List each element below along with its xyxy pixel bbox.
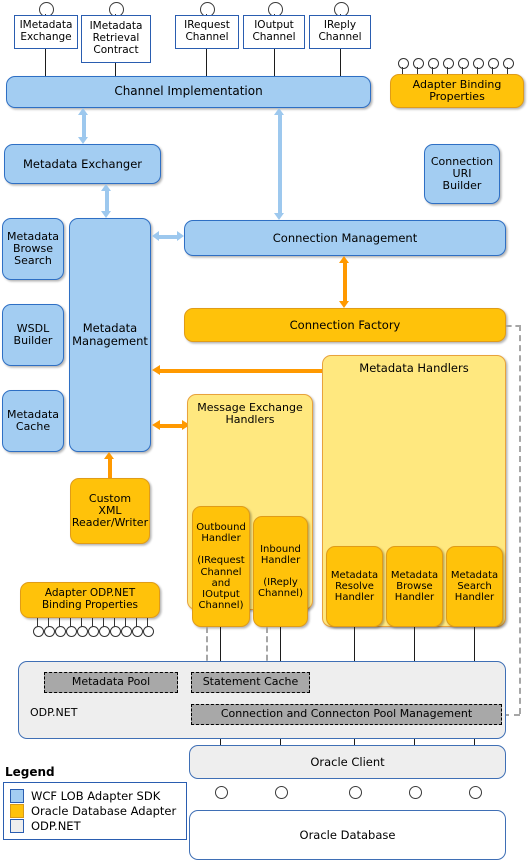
block-connection-management[interactable]: Connection Management	[184, 220, 506, 256]
block-metadata-resolve-handler[interactable]: Metadata Resolve Handler	[326, 546, 383, 627]
interface-ireply-channel[interactable]: IReply Channel	[309, 15, 371, 49]
arrow-channel-to-connection-management	[274, 108, 285, 220]
arrow-channel-to-metadata-exchanger	[78, 108, 89, 144]
interface-imetadata-exchange[interactable]: IMetadata Exchange	[14, 15, 78, 49]
interface-imetadata-retrieval-contract[interactable]: IMetadata Retrieval Contract	[81, 15, 151, 63]
block-adapter-odpnet-binding-properties[interactable]: Adapter ODP.NET Binding Properties	[20, 582, 160, 618]
block-metadata-browse-handler[interactable]: Metadata Browse Handler	[386, 546, 443, 627]
block-inbound-handler[interactable]: Inbound Handler (IReply Channel)	[253, 516, 308, 627]
pin-inbound-handler	[275, 786, 288, 799]
legend-swatch-icon	[10, 819, 24, 833]
pin-metadata-search-handler	[469, 786, 482, 799]
legend-item-odpnet: ODP.NET	[10, 819, 180, 833]
architecture-diagram: IMetadata Exchange IMetadata Retrieval C…	[0, 0, 529, 865]
legend: Legend WCF LOB Adapter SDK Oracle Databa…	[3, 765, 187, 840]
arrow-metadata-management-to-message-handlers	[152, 420, 190, 431]
legend-body: WCF LOB Adapter SDK Oracle Database Adap…	[3, 782, 187, 840]
legend-swatch-icon	[10, 804, 24, 818]
interface-ioutput-channel[interactable]: IOutput Channel	[243, 15, 305, 49]
block-adapter-binding-properties[interactable]: Adapter Binding Properties	[390, 74, 524, 108]
block-custom-xml-reader-writer[interactable]: Custom XML Reader/Writer	[70, 478, 150, 544]
block-connection-factory[interactable]: Connection Factory	[184, 308, 506, 342]
legend-item-label: ODP.NET	[31, 819, 81, 833]
legend-item-oracle-database-adapter: Oracle Database Adapter	[10, 804, 180, 818]
block-oracle-client[interactable]: Oracle Client	[189, 745, 506, 779]
adapter-odpnet-binding-properties-pins	[33, 618, 154, 637]
connector-ioutput-channel	[274, 49, 276, 76]
block-metadata-exchanger[interactable]: Metadata Exchanger	[4, 144, 161, 184]
pin-metadata-resolve-handler	[349, 786, 362, 799]
block-metadata-search-handler[interactable]: Metadata Search Handler	[446, 546, 503, 627]
block-connection-pool-management[interactable]: Connection and Connecton Pool Management	[191, 704, 502, 725]
block-metadata-management[interactable]: Metadata Management	[69, 218, 151, 452]
legend-item-wcf-lob-adapter-sdk: WCF LOB Adapter SDK	[10, 789, 180, 803]
block-connection-uri-builder[interactable]: Connection URI Builder	[424, 144, 500, 204]
connector-imetadata-exchange	[45, 49, 47, 76]
label-odpnet: ODP.NET	[30, 705, 78, 719]
dashed-factory-down-segment	[519, 325, 521, 714]
block-outbound-handler[interactable]: Outbound Handler (IRequest Channel and I…	[192, 506, 250, 627]
connector-irequest-channel	[206, 49, 208, 76]
block-channel-implementation[interactable]: Channel Implementation	[6, 76, 371, 108]
block-oracle-database[interactable]: Oracle Database	[189, 810, 506, 860]
legend-swatch-icon	[10, 789, 24, 803]
block-statement-cache[interactable]: Statement Cache	[191, 672, 310, 693]
legend-item-label: WCF LOB Adapter SDK	[31, 789, 161, 803]
legend-item-label: Oracle Database Adapter	[31, 804, 177, 818]
pin-outbound-handler	[215, 786, 228, 799]
connector-imetadata-retrieval	[115, 63, 117, 76]
connector-ireply-channel	[340, 49, 342, 76]
block-metadata-pool[interactable]: Metadata Pool	[44, 672, 178, 693]
legend-title: Legend	[5, 765, 55, 779]
block-wsdl-builder[interactable]: WSDL Builder	[2, 304, 64, 366]
block-metadata-cache[interactable]: Metadata Cache	[2, 390, 64, 452]
arrow-connection-management-to-connection-factory	[339, 256, 350, 308]
arrow-custom-xml-to-metadata-management	[104, 452, 115, 478]
interface-irequest-channel[interactable]: IRequest Channel	[175, 15, 239, 49]
arrow-exchanger-to-metadata-management	[101, 184, 112, 218]
arrow-metadata-handlers-to-metadata-management	[152, 365, 324, 376]
arrow-metadata-management-to-connection-management	[152, 231, 184, 242]
pin-metadata-browse-handler	[409, 786, 422, 799]
block-metadata-browse-search[interactable]: Metadata Browse Search	[2, 218, 64, 280]
